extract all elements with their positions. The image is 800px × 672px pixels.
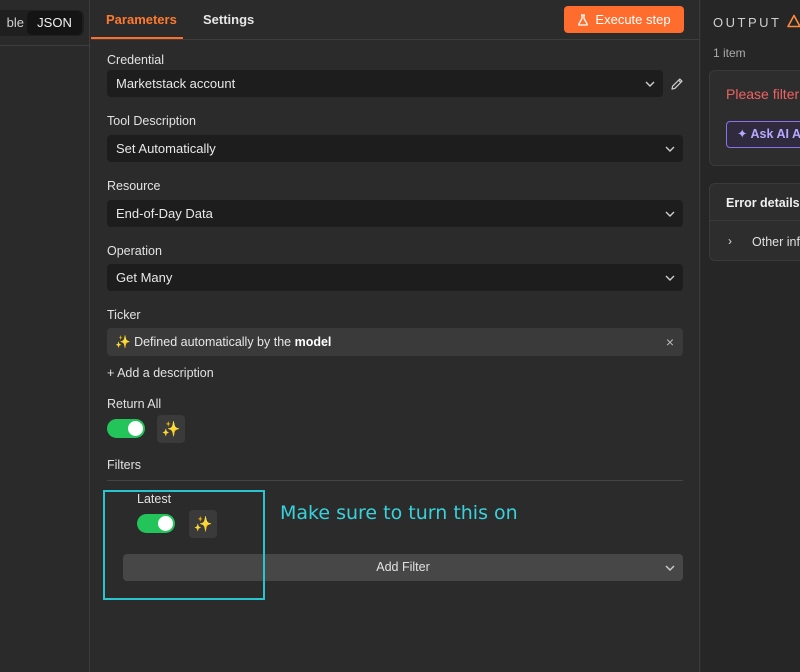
pencil-icon[interactable] — [670, 77, 684, 91]
error-details-title: Error details — [726, 196, 800, 210]
return-all-label: Return All — [107, 397, 162, 411]
tool-description-value: Set Automatically — [116, 141, 216, 156]
credential-label: Credential — [107, 53, 164, 67]
sparkle-icon: ✨ — [115, 335, 131, 349]
panel-tabs: Parameters Settings Execute step — [91, 0, 700, 40]
return-all-toggle[interactable] — [107, 419, 145, 438]
ticker-auto-text: Defined automatically by the — [134, 335, 292, 349]
annotation-highlight-box — [103, 490, 265, 600]
filters-divider — [107, 480, 683, 481]
chevron-down-icon — [665, 211, 675, 217]
output-panel: OUTPUT 1 item Please filter ✦ Ask AI A E… — [701, 0, 800, 672]
flask-icon — [578, 13, 589, 26]
return-all-ai-button[interactable]: ✨ — [157, 415, 185, 443]
add-description-link[interactable]: + Add a description — [107, 366, 214, 380]
toggle-knob — [128, 421, 143, 436]
close-icon[interactable]: × — [666, 328, 674, 356]
annotation-text: Make sure to turn this on — [280, 502, 518, 524]
warning-triangle-icon — [787, 14, 800, 28]
ask-ai-button[interactable]: ✦ Ask AI A — [726, 121, 800, 148]
error-card: Please filter ✦ Ask AI A — [709, 70, 800, 166]
error-details-card: Error details › Other inf — [709, 183, 800, 261]
resource-label: Resource — [107, 179, 161, 193]
view-mode-toggle: ble JSON — [0, 10, 84, 36]
credential-value: Marketstack account — [116, 76, 236, 91]
divider — [0, 45, 90, 46]
ticker-field[interactable]: ✨ Defined automatically by the model × — [107, 328, 683, 356]
execute-step-label: Execute step — [595, 12, 671, 27]
sparkle-icon: ✨ — [161, 421, 181, 438]
tool-description-select[interactable]: Set Automatically — [107, 135, 683, 162]
left-panel: ble JSON — [0, 0, 90, 672]
ticker-auto-bold: model — [294, 335, 332, 349]
parameters-panel: Parameters Settings Execute step Credent… — [91, 0, 700, 672]
active-tab-indicator — [91, 37, 183, 39]
operation-select[interactable]: Get Many — [107, 264, 683, 291]
divider — [710, 220, 800, 221]
ask-ai-label: Ask AI A — [750, 127, 800, 141]
chevron-right-icon[interactable]: › — [728, 234, 732, 248]
error-message: Please filter — [726, 86, 800, 102]
view-tab-json[interactable]: JSON — [27, 11, 82, 35]
operation-label: Operation — [107, 244, 162, 258]
resource-value: End-of-Day Data — [116, 206, 213, 221]
resource-select[interactable]: End-of-Day Data — [107, 200, 683, 227]
tab-settings[interactable]: Settings — [203, 12, 254, 27]
ticker-label: Ticker — [107, 308, 141, 322]
operation-value: Get Many — [116, 270, 173, 285]
chevron-down-icon — [665, 275, 675, 281]
add-filter-label: Add Filter — [376, 560, 430, 574]
credential-select[interactable]: Marketstack account — [107, 70, 663, 97]
sparkle-icon: ✦ — [737, 127, 748, 141]
execute-step-button[interactable]: Execute step — [564, 6, 684, 33]
filters-label: Filters — [107, 458, 142, 472]
chevron-down-icon — [665, 146, 675, 152]
view-tab-table[interactable]: ble — [0, 10, 24, 36]
chevron-down-icon — [645, 81, 655, 87]
chevron-down-icon — [665, 565, 675, 571]
other-info-toggle[interactable]: Other inf — [752, 235, 800, 249]
tab-parameters[interactable]: Parameters — [106, 12, 177, 27]
output-title: OUTPUT — [713, 15, 782, 30]
item-count: 1 item — [713, 46, 746, 60]
tool-description-label: Tool Description — [107, 114, 196, 128]
